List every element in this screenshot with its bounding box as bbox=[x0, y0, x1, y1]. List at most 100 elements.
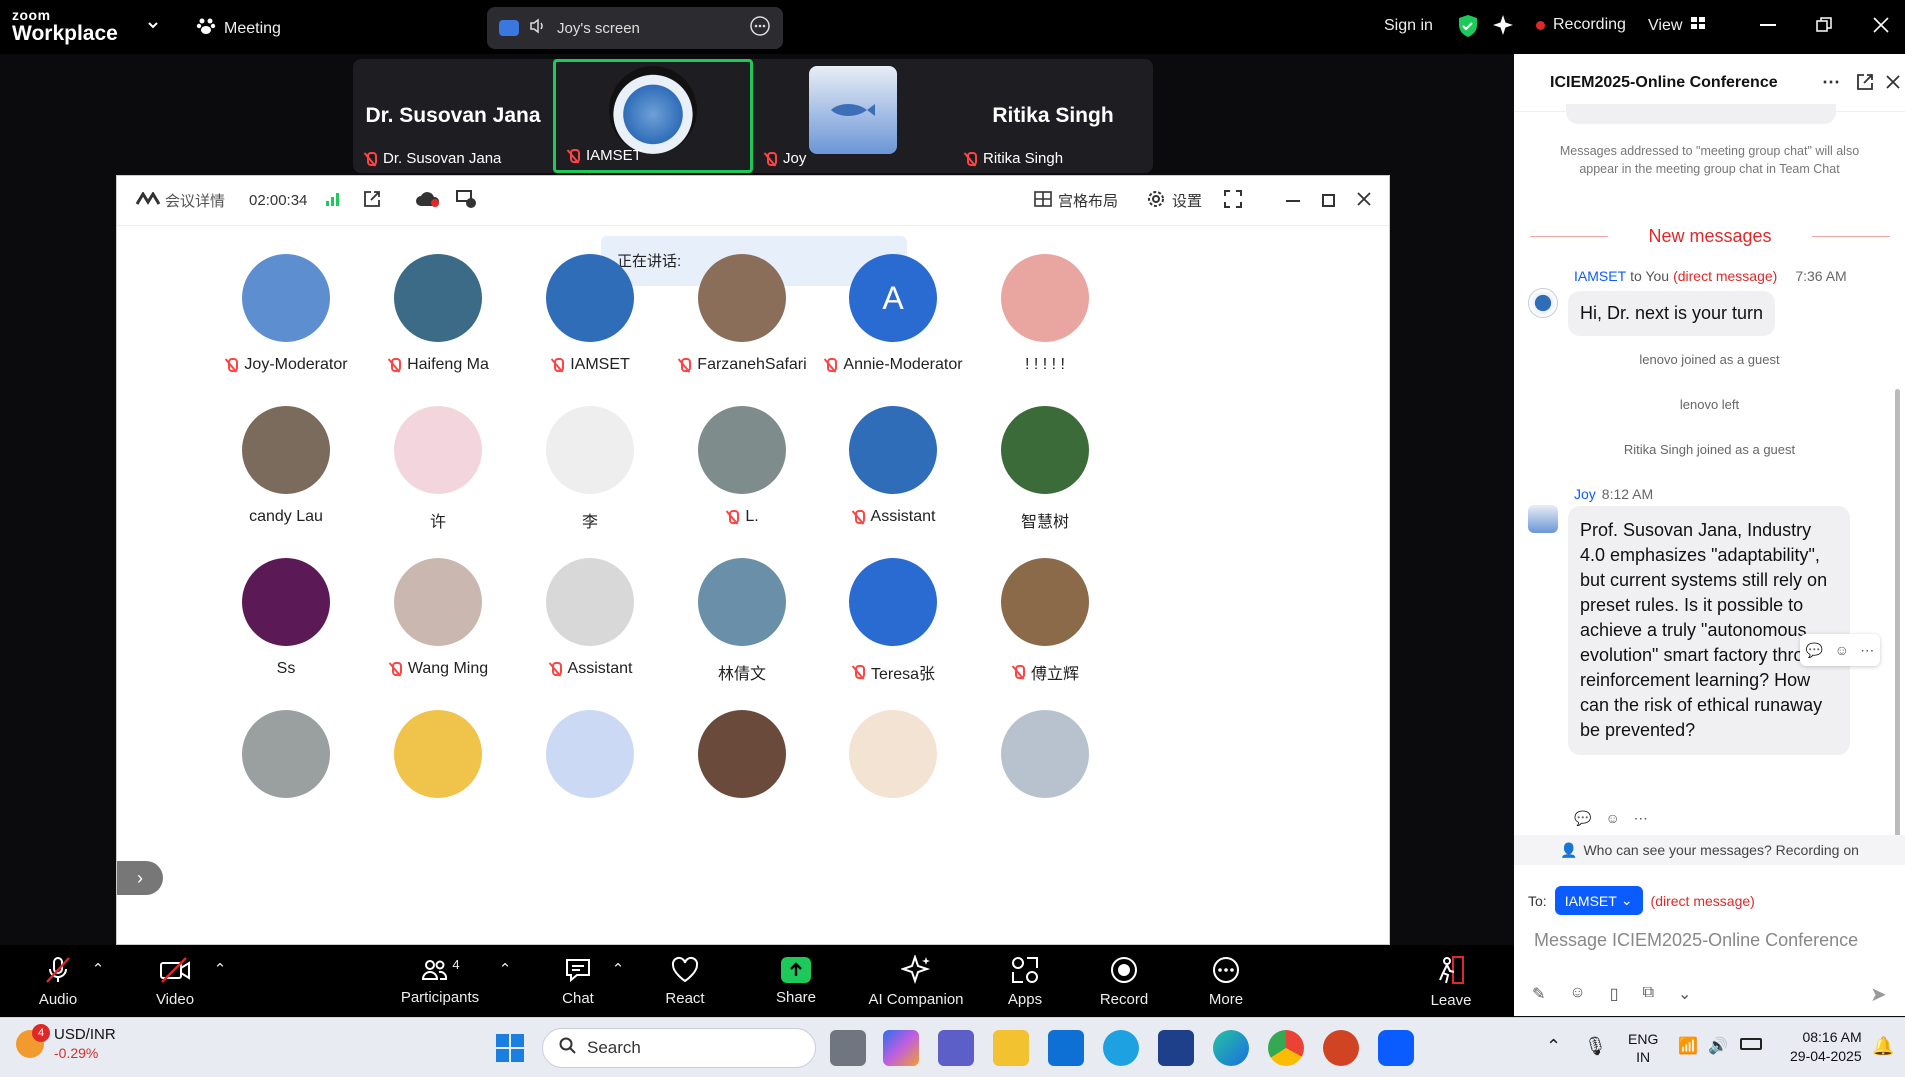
notification-bell-icon[interactable]: 🔔 bbox=[1872, 1036, 1894, 1057]
more-icon[interactable]: ⋯ bbox=[1822, 72, 1840, 93]
screen-share-pill[interactable]: Joy's screen bbox=[487, 7, 783, 49]
copilot-icon[interactable] bbox=[883, 1030, 919, 1066]
people-icon: 👤 bbox=[1560, 841, 1578, 858]
ai-companion-button[interactable]: AI Companion bbox=[866, 945, 966, 1017]
participant-tile[interactable]: 傅立辉 bbox=[955, 558, 1135, 684]
video-off-icon bbox=[160, 956, 190, 983]
chrome-icon[interactable] bbox=[1268, 1030, 1304, 1066]
battery-icon[interactable] bbox=[1740, 1038, 1762, 1050]
wifi-icon[interactable]: 📶 bbox=[1678, 1036, 1698, 1056]
emoji-icon[interactable]: ☺ bbox=[1569, 984, 1585, 1004]
mic-icon[interactable]: 🎙 bbox=[1584, 1036, 1607, 1057]
logo-small-text: zoom bbox=[12, 7, 51, 23]
apps-button[interactable]: Apps bbox=[1004, 945, 1046, 1017]
apps-icon bbox=[1012, 956, 1038, 983]
video-tile-joy[interactable]: Joy bbox=[753, 59, 953, 173]
participants-options-chevron[interactable]: ⌃ bbox=[495, 933, 515, 1005]
teams-icon[interactable] bbox=[938, 1030, 974, 1066]
react-button[interactable]: React bbox=[660, 945, 710, 1017]
title-bar: zoom Workplace Meeting Joy's screen Sign… bbox=[0, 0, 1905, 54]
close-icon[interactable] bbox=[1886, 75, 1900, 94]
chevron-up-icon[interactable]: ⌃ bbox=[1546, 1036, 1561, 1057]
more-icon[interactable]: ⋯ bbox=[1634, 810, 1648, 827]
screenshot-icon[interactable]: ⧉ bbox=[1643, 984, 1654, 1004]
participants-count: 4 bbox=[452, 956, 460, 972]
emoji-icon[interactable]: ☺ bbox=[1605, 810, 1619, 827]
chat-label: Chat bbox=[562, 989, 594, 1007]
view-button[interactable]: View bbox=[1648, 16, 1706, 35]
video-tile-ritika[interactable]: Ritika Singh Ritika Singh bbox=[953, 59, 1153, 173]
participant-tile[interactable]: ! ! ! ! ! bbox=[955, 254, 1135, 374]
message-header: Joy 8:12 AM bbox=[1574, 486, 1653, 502]
avatar bbox=[698, 558, 786, 646]
avatar bbox=[242, 406, 330, 494]
meeting-tab[interactable]: Meeting bbox=[196, 16, 281, 41]
start-button[interactable] bbox=[496, 1034, 524, 1062]
avatar bbox=[394, 254, 482, 342]
chevron-down-icon[interactable] bbox=[146, 18, 160, 32]
myhp-icon[interactable] bbox=[1048, 1030, 1084, 1066]
record-button[interactable]: Record bbox=[1098, 945, 1150, 1017]
participants-label: Participants bbox=[400, 988, 480, 1006]
apps-label: Apps bbox=[1007, 990, 1043, 1008]
chat-icon bbox=[566, 958, 590, 982]
reply-icon[interactable]: 💬 bbox=[1574, 810, 1591, 827]
minimize-icon[interactable] bbox=[1760, 24, 1776, 26]
participant-tile[interactable] bbox=[955, 710, 1135, 798]
message-input[interactable]: Message ICIEM2025-Online Conference bbox=[1524, 924, 1894, 964]
edge-icon[interactable] bbox=[1213, 1030, 1249, 1066]
clock-date: 29-04-2025 bbox=[1790, 1048, 1862, 1064]
privacy-bar[interactable]: 👤 Who can see your messages? Recording o… bbox=[1514, 835, 1905, 865]
stock-widget[interactable]: 4 USD/INR -0.29% bbox=[16, 1024, 116, 1062]
powerpoint-icon[interactable] bbox=[1323, 1030, 1359, 1066]
send-icon[interactable]: ➤ bbox=[1870, 982, 1887, 1007]
clock[interactable]: 08:16 AM 29-04-2025 bbox=[1790, 1028, 1862, 1066]
store-icon[interactable] bbox=[1158, 1030, 1194, 1066]
format-icon[interactable]: ✎ bbox=[1532, 984, 1545, 1004]
emoji-icon[interactable]: ☺ bbox=[1835, 642, 1849, 658]
video-button[interactable]: Video bbox=[150, 945, 200, 1017]
audio-button[interactable]: Audio bbox=[30, 945, 86, 1017]
volume-icon[interactable]: 🔊 bbox=[1708, 1036, 1728, 1056]
more-icon[interactable]: ⋯ bbox=[1860, 642, 1874, 659]
shield-icon[interactable] bbox=[1457, 14, 1479, 38]
chat-options-chevron[interactable]: ⌃ bbox=[608, 933, 628, 1005]
expand-sidebar-button[interactable]: › bbox=[117, 861, 163, 895]
message-header: IAMSET to You (direct message) 7:36 AM bbox=[1574, 268, 1847, 284]
more-button[interactable]: More bbox=[1204, 945, 1248, 1017]
reply-icon[interactable]: 💬 bbox=[1806, 642, 1823, 659]
speaker-icon[interactable] bbox=[529, 18, 547, 38]
file-icon[interactable]: ▯ bbox=[1610, 984, 1619, 1004]
sign-in-button[interactable]: Sign in bbox=[1384, 17, 1433, 35]
recipient-dropdown[interactable]: IAMSET ⌄ bbox=[1554, 886, 1643, 915]
chat-button[interactable]: Chat bbox=[556, 945, 600, 1017]
recipient-value: IAMSET bbox=[1564, 892, 1617, 909]
chevron-down-icon[interactable]: ⌄ bbox=[1678, 984, 1691, 1004]
help-icon[interactable] bbox=[1103, 1030, 1139, 1066]
chat-title: ICIEM2025-Online Conference bbox=[1550, 73, 1778, 91]
restore-icon[interactable] bbox=[1816, 17, 1832, 33]
sender-name[interactable]: Joy bbox=[1574, 486, 1596, 502]
popout-icon[interactable] bbox=[1856, 73, 1874, 96]
language-indicator[interactable]: ENG IN bbox=[1628, 1030, 1658, 1066]
file-explorer-icon[interactable] bbox=[993, 1030, 1029, 1066]
zoom-taskbar-icon[interactable] bbox=[1378, 1030, 1414, 1066]
share-button[interactable]: Share bbox=[770, 945, 822, 1017]
participant-tile[interactable]: 智慧树 bbox=[955, 406, 1135, 532]
scrollbar[interactable] bbox=[1895, 389, 1900, 839]
task-view-icon[interactable] bbox=[830, 1030, 866, 1066]
video-tile-iamset[interactable]: IAMSET bbox=[553, 59, 753, 173]
sender-name[interactable]: IAMSET bbox=[1574, 268, 1626, 284]
video-tile-susovan[interactable]: Dr. Susovan Jana Dr. Susovan Jana bbox=[353, 59, 553, 173]
view-label: View bbox=[1648, 16, 1683, 34]
participants-button[interactable]: 4 Participants bbox=[398, 945, 482, 1017]
leave-button[interactable]: Leave bbox=[1428, 945, 1474, 1017]
video-options-chevron[interactable]: ⌃ bbox=[210, 933, 230, 1005]
audio-options-chevron[interactable]: ⌃ bbox=[88, 933, 108, 1005]
recording-indicator[interactable]: Recording bbox=[1536, 16, 1626, 34]
ai-sparkle-icon[interactable] bbox=[1492, 14, 1514, 36]
shared-screen: 会议详情 02:00:34 宫格布局 设置 正在讲话: Joy-Moderato… bbox=[116, 175, 1390, 945]
search-box[interactable]: Search bbox=[542, 1028, 816, 1068]
more-options-icon[interactable] bbox=[749, 15, 771, 41]
close-window-icon[interactable] bbox=[1873, 17, 1889, 33]
